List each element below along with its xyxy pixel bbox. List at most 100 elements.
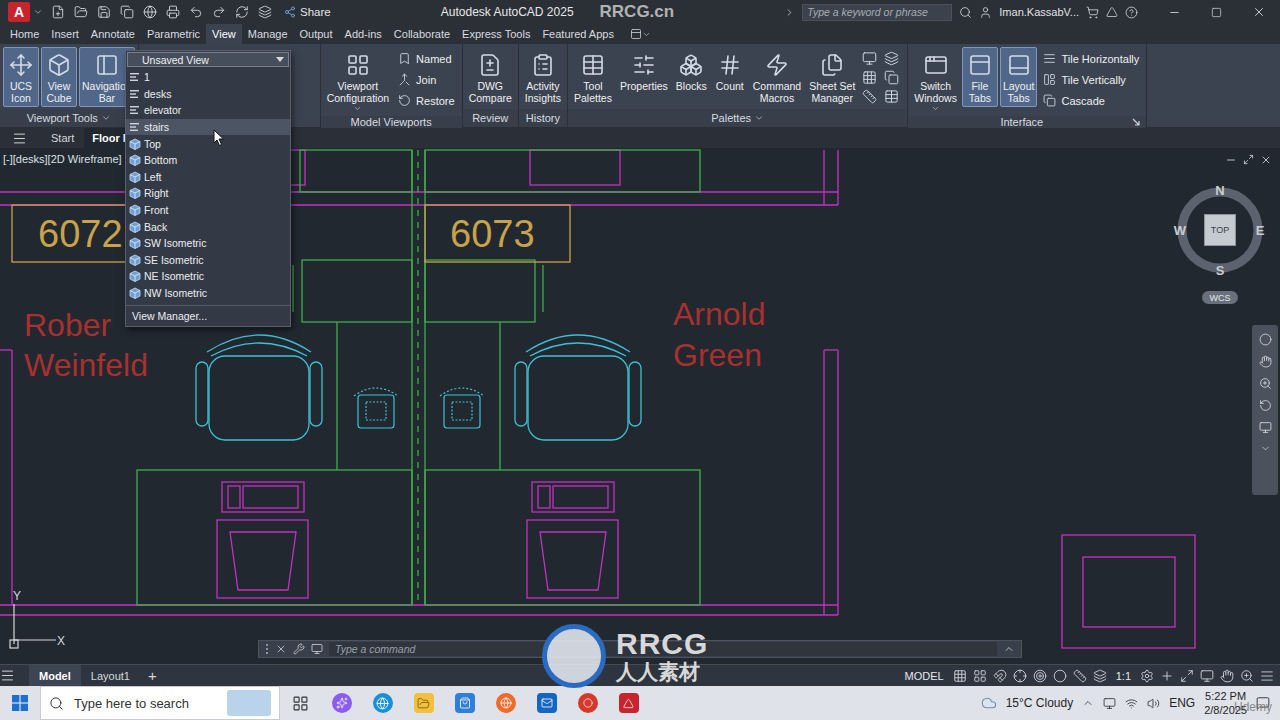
taskbar-search-icon[interactable]: [49, 696, 64, 711]
search-icon[interactable]: [959, 6, 972, 19]
app-logo[interactable]: A: [8, 2, 30, 22]
ribbon-button[interactable]: Count: [712, 47, 748, 96]
status-toggle-icon[interactable]: [1033, 669, 1047, 683]
ribbon-button[interactable]: Sheet SetManager: [806, 47, 858, 107]
print-icon[interactable]: [166, 5, 180, 19]
app-menu-icon[interactable]: [33, 7, 43, 17]
ribbon-button[interactable]: LayoutTabs: [1000, 47, 1038, 107]
open-file-icon[interactable]: [74, 5, 88, 19]
ribbon-button[interactable]: ActivityInsights: [522, 47, 564, 107]
start-button[interactable]: [0, 695, 40, 711]
status-tool-icon[interactable]: [1180, 669, 1194, 683]
grip-icon[interactable]: [265, 643, 269, 655]
ribbon-button[interactable]: ToolPalettes: [571, 47, 615, 107]
status-toggle-icon[interactable]: [1013, 669, 1027, 683]
weather[interactable]: 15°C Cloudy: [1006, 696, 1074, 710]
viewport-restore-icon[interactable]: [1243, 154, 1254, 165]
viewport-close-icon[interactable]: [1260, 154, 1272, 166]
ribbon-small-button[interactable]: Tile Vertically: [1043, 70, 1139, 89]
weather-icon[interactable]: [981, 695, 997, 711]
viewport-controls[interactable]: [-][desks][2D Wireframe]: [3, 153, 122, 165]
view-menu-item[interactable]: Top: [126, 135, 290, 152]
palette-mini-icon[interactable]: [862, 70, 877, 85]
panel-title[interactable]: Viewport Tools: [0, 109, 138, 127]
dialog-launcher-icon[interactable]: [1132, 118, 1140, 126]
nav-customize-icon[interactable]: [1260, 443, 1271, 454]
status-tool-icon[interactable]: [1140, 669, 1154, 683]
ribbon-toggle-icon[interactable]: [630, 28, 642, 40]
view-menu-item[interactable]: SE Isometric: [126, 252, 290, 269]
web-icon[interactable]: [143, 5, 157, 19]
ribbon-button[interactable]: CommandMacros: [750, 47, 804, 107]
ribbon-tab[interactable]: Home: [4, 24, 45, 44]
dropdown-icon[interactable]: [931, 104, 940, 113]
status-toggle-icon[interactable]: [993, 669, 1007, 683]
cube-face[interactable]: TOP: [1204, 214, 1236, 246]
sync-icon[interactable]: [235, 5, 249, 19]
view-menu-item[interactable]: SW Isometric: [126, 235, 290, 252]
pan-icon[interactable]: [1259, 355, 1272, 368]
annotation-scale[interactable]: 1:1: [1113, 670, 1134, 682]
ribbon-tab[interactable]: Annotate: [85, 24, 141, 44]
palette-mini-icon[interactable]: [884, 51, 899, 66]
steering-wheel-icon[interactable]: [1259, 333, 1272, 346]
status-toggle-icon[interactable]: [1093, 669, 1107, 683]
compass-south[interactable]: S: [1216, 263, 1225, 278]
save-as-icon[interactable]: [120, 5, 134, 19]
expand-icon[interactable]: [784, 7, 795, 18]
view-menu-item[interactable]: Bottom: [126, 152, 290, 169]
view-combo[interactable]: Unsaved View: [127, 52, 289, 67]
layout-tab[interactable]: Model: [29, 665, 81, 686]
view-menu-item[interactable]: elevator: [126, 102, 290, 119]
chrome-app[interactable]: [578, 693, 598, 713]
store-app[interactable]: [455, 693, 475, 713]
panel-menu-icon[interactable]: [101, 113, 111, 123]
autocad-app[interactable]: [619, 693, 639, 713]
ribbon-button[interactable]: ViewCube: [41, 47, 77, 107]
ribbon-button[interactable]: FileTabs: [962, 47, 998, 107]
autodesk-icon[interactable]: [1106, 6, 1118, 18]
add-layout-button[interactable]: +: [140, 665, 165, 686]
close-icon[interactable]: [1252, 5, 1266, 19]
compass-east[interactable]: E: [1256, 223, 1265, 238]
palette-mini-icon[interactable]: [884, 70, 899, 85]
ribbon-button[interactable]: ViewportConfiguration: [324, 47, 392, 116]
edge-app[interactable]: [373, 693, 393, 713]
ribbon-tab[interactable]: Express Tools: [456, 24, 536, 44]
view-menu-item[interactable]: NE Isometric: [126, 268, 290, 285]
ribbon-button[interactable]: UCSIcon: [3, 47, 39, 107]
panel-menu-icon[interactable]: [754, 113, 764, 123]
ribbon-button[interactable]: SwitchWindows: [911, 47, 960, 116]
cart-icon[interactable]: [1086, 6, 1099, 19]
customize-icon[interactable]: [293, 643, 305, 655]
explorer-app[interactable]: [414, 693, 434, 713]
ribbon-small-button[interactable]: Tile Horizontally: [1043, 49, 1139, 68]
drawing-label[interactable]: Green: [673, 337, 762, 373]
panel-title[interactable]: Palettes: [568, 109, 907, 127]
drawing-label[interactable]: 6073: [450, 213, 535, 255]
share-icon[interactable]: [284, 6, 296, 18]
view-manager-item[interactable]: View Manager...: [126, 305, 290, 324]
ribbon-button[interactable]: DWGCompare: [466, 47, 515, 107]
ribbon-tab[interactable]: Parametric: [141, 24, 206, 44]
firefox-app[interactable]: [496, 693, 516, 713]
view-menu-item[interactable]: Right: [126, 185, 290, 202]
help-icon[interactable]: [1125, 6, 1138, 19]
ribbon-button[interactable]: Properties: [617, 47, 671, 96]
ribbon-tab[interactable]: View: [206, 24, 242, 44]
ribbon-button[interactable]: Blocks: [673, 47, 710, 96]
status-toggle-icon[interactable]: [973, 669, 987, 683]
ribbon-tab[interactable]: Collaborate: [388, 24, 456, 44]
redo-icon[interactable]: [212, 5, 226, 19]
coordinate-system-menu[interactable]: WCS: [1202, 291, 1238, 304]
status-tool-icon[interactable]: [1220, 669, 1234, 683]
compass-north[interactable]: N: [1215, 183, 1224, 198]
ribbon-tab[interactable]: Featured Apps: [536, 24, 620, 44]
layers-icon[interactable]: [258, 5, 272, 19]
outlook-app[interactable]: [537, 693, 557, 713]
viewport-minimize-icon[interactable]: [1225, 154, 1237, 166]
orbit-icon[interactable]: [1259, 399, 1272, 412]
view-menu-item[interactable]: desks: [126, 86, 290, 103]
ribbon-tab[interactable]: Output: [294, 24, 339, 44]
help-search-field[interactable]: Type a keyword or phrase: [802, 4, 952, 21]
